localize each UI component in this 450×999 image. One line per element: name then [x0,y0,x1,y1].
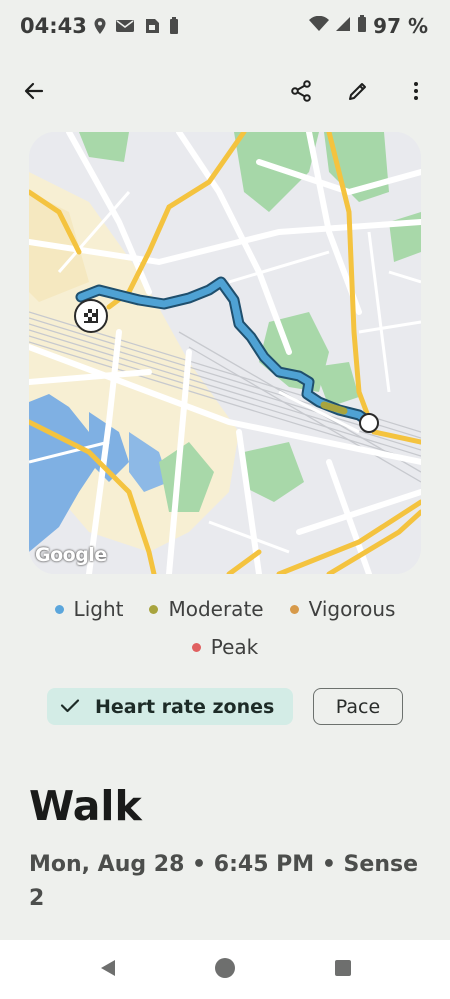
nav-back-icon [98,958,118,982]
check-icon [59,694,81,720]
pace-chip[interactable]: Pace [313,688,403,725]
start-marker-icon [359,413,379,433]
status-time: 04:43 [20,14,87,38]
mail-icon [115,18,135,38]
heart-rate-zones-chip[interactable]: Heart rate zones [47,688,293,725]
location-icon [93,17,107,39]
wifi-icon [309,15,330,36]
nav-recents-button[interactable] [331,958,355,982]
sim-icon [143,17,161,39]
light-dot-icon [54,604,64,614]
nav-home-icon [214,957,236,983]
activity-title: Walk [29,782,142,830]
more-options-button[interactable] [400,77,432,109]
moderate-dot-icon [149,604,159,614]
back-button[interactable] [18,77,50,109]
legend-item-peak: Peak [191,635,259,659]
legend-item-light: Light [54,597,124,621]
heart-rate-zones-label: Heart rate zones [95,695,275,718]
route-map[interactable]: Google [29,132,421,574]
more-vert-icon [404,79,428,107]
legend-label: Vigorous [308,597,396,621]
map-attribution: Google [35,544,107,566]
top-app-bar [0,65,450,121]
legend-row-2: Peak [0,635,450,659]
signal-icon [335,16,351,36]
battery-small-icon [169,17,179,39]
peak-dot-icon [191,642,201,652]
status-bar: 04:43 97 % [0,0,450,55]
share-icon [289,79,313,107]
battery-icon [357,15,367,37]
system-nav-bar [0,940,450,999]
legend-label: Peak [210,635,259,659]
nav-back-button[interactable] [96,958,120,982]
back-arrow-icon [22,79,46,107]
nav-home-button[interactable] [213,958,237,982]
nav-recents-icon [333,958,353,982]
finish-marker-icon [74,299,108,333]
legend-item-vigorous: Vigorous [289,597,396,621]
legend-item-moderate: Moderate [149,597,264,621]
legend-label: Moderate [168,597,264,621]
edit-button[interactable] [342,77,374,109]
edit-icon [346,79,370,107]
pace-label: Pace [335,695,381,718]
legend-row-1: Light Moderate Vigorous [0,597,450,621]
legend-label: Light [73,597,124,621]
activity-subtitle: Mon, Aug 28 • 6:45 PM • Sense 2 [29,852,418,911]
battery-percent: 97 % [373,14,428,38]
share-button[interactable] [285,77,317,109]
vigorous-dot-icon [289,604,299,614]
